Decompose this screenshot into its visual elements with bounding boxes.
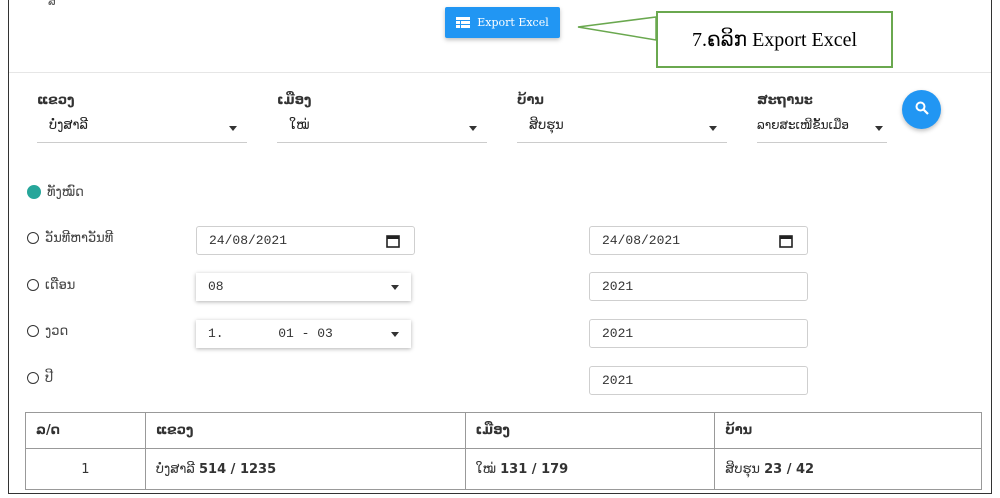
radio-date-range-label: ວັນທີຫາວັນທີ — [45, 230, 114, 246]
calendar-icon[interactable] — [779, 234, 793, 252]
chevron-down-icon — [875, 126, 883, 131]
date-to-input[interactable]: 24/08/2021 — [589, 226, 808, 255]
quarter-select[interactable]: 1. 01 - 03 — [196, 320, 411, 348]
radio-unchecked-icon — [27, 372, 39, 384]
table-header-row: ລ/ດ ແຂວງ ເມືອງ ບ້ານ — [25, 412, 982, 449]
cell-district: ໃໝ່ 131 / 179 — [464, 448, 716, 490]
village-name: ສິບຮຸນ — [725, 461, 760, 477]
province-count: 514 / 1235 — [199, 461, 277, 477]
radio-month-label: ເດືອນ — [45, 277, 76, 293]
radio-quarter-label: ງວດ — [45, 323, 69, 339]
date-to-value: 24/08/2021 — [602, 233, 681, 248]
cell-no: 1 — [25, 448, 146, 490]
month-value: 08 — [208, 279, 224, 294]
search-icon — [915, 100, 929, 119]
radio-all-label: ທັງໝົດ — [47, 184, 84, 200]
status-label: ສະຖານະ — [757, 93, 813, 108]
district-label: ເມືອງ — [277, 93, 312, 108]
province-name: ບໍ່ງສາລີ — [155, 461, 195, 477]
status-value: ລາຍສະເໜີຂັ້ນເມືອ — [757, 118, 849, 132]
search-button[interactable] — [902, 90, 941, 129]
chevron-down-icon — [391, 332, 399, 337]
village-label: ບ້ານ — [517, 93, 544, 108]
radio-date-range[interactable]: ວັນທີຫາວັນທີ — [27, 228, 113, 248]
status-select[interactable]: ລາຍສະເໜີຂັ້ນເມືອ — [757, 112, 887, 143]
instruction-callout: 7.ຄລິກ Export Excel — [656, 11, 893, 68]
year-input[interactable]: 2021 — [589, 366, 808, 395]
month-year-input[interactable]: 2021 — [589, 272, 808, 301]
district-value: ໃໝ່ — [289, 118, 310, 133]
results-table: ລ/ດ ແຂວງ ເມືອງ ບ້ານ 1 ບໍ່ງສາລີ 514 / 123… — [25, 412, 982, 490]
callout-text: 7.ຄລິກ Export Excel — [691, 29, 858, 51]
column-header-no: ລ/ດ — [25, 412, 146, 449]
month-year-value: 2021 — [602, 279, 634, 294]
column-header-province: ແຂວງ — [144, 412, 466, 449]
calendar-icon[interactable] — [386, 234, 400, 252]
year-value: 2021 — [602, 373, 634, 388]
radio-quarter[interactable]: ງວດ — [27, 321, 68, 341]
radio-unchecked-icon — [27, 232, 39, 244]
quarter-year-value: 2021 — [602, 326, 634, 341]
chevron-down-icon — [391, 285, 399, 290]
cell-province: ບໍ່ງສາລີ 514 / 1235 — [144, 448, 466, 490]
district-name: ໃໝ່ — [475, 461, 496, 477]
quarter-value: 1. 01 - 03 — [208, 326, 333, 341]
radio-year-label: ປີ — [45, 370, 54, 386]
chevron-down-icon — [229, 126, 237, 131]
province-select[interactable]: ບໍ່ງສາລີ — [37, 112, 247, 143]
column-header-district: ເມືອງ — [464, 412, 716, 449]
radio-unchecked-icon — [27, 325, 39, 337]
table-row[interactable]: 1 ບໍ່ງສາລີ 514 / 1235 ໃໝ່ 131 / 179 ສິບຮ… — [25, 448, 982, 490]
village-value: ສິບຮຸນ — [529, 118, 564, 133]
radio-month[interactable]: ເດືອນ — [27, 275, 75, 295]
chevron-down-icon — [709, 126, 717, 131]
month-select[interactable]: 08 — [196, 273, 411, 301]
province-value: ບໍ່ງສາລີ — [49, 118, 88, 133]
village-count: 23 / 42 — [764, 461, 815, 477]
column-header-village: ບ້ານ — [714, 412, 982, 449]
chevron-down-icon — [469, 126, 477, 131]
radio-unchecked-icon — [27, 279, 39, 291]
village-select[interactable]: ສິບຮຸນ — [517, 112, 727, 143]
radio-all[interactable]: ທັງໝົດ — [27, 182, 84, 202]
quarter-year-input[interactable]: 2021 — [589, 319, 808, 348]
date-from-input[interactable]: 24/08/2021 — [196, 226, 415, 255]
district-select[interactable]: ໃໝ່ — [277, 112, 487, 143]
radio-checked-icon — [27, 185, 41, 199]
date-from-value: 24/08/2021 — [209, 233, 288, 248]
province-label: ແຂວງ — [37, 93, 75, 108]
radio-year[interactable]: ປີ — [27, 368, 53, 388]
cell-village: ສິບຮຸນ 23 / 42 — [714, 448, 982, 490]
district-count: 131 / 179 — [500, 461, 569, 477]
